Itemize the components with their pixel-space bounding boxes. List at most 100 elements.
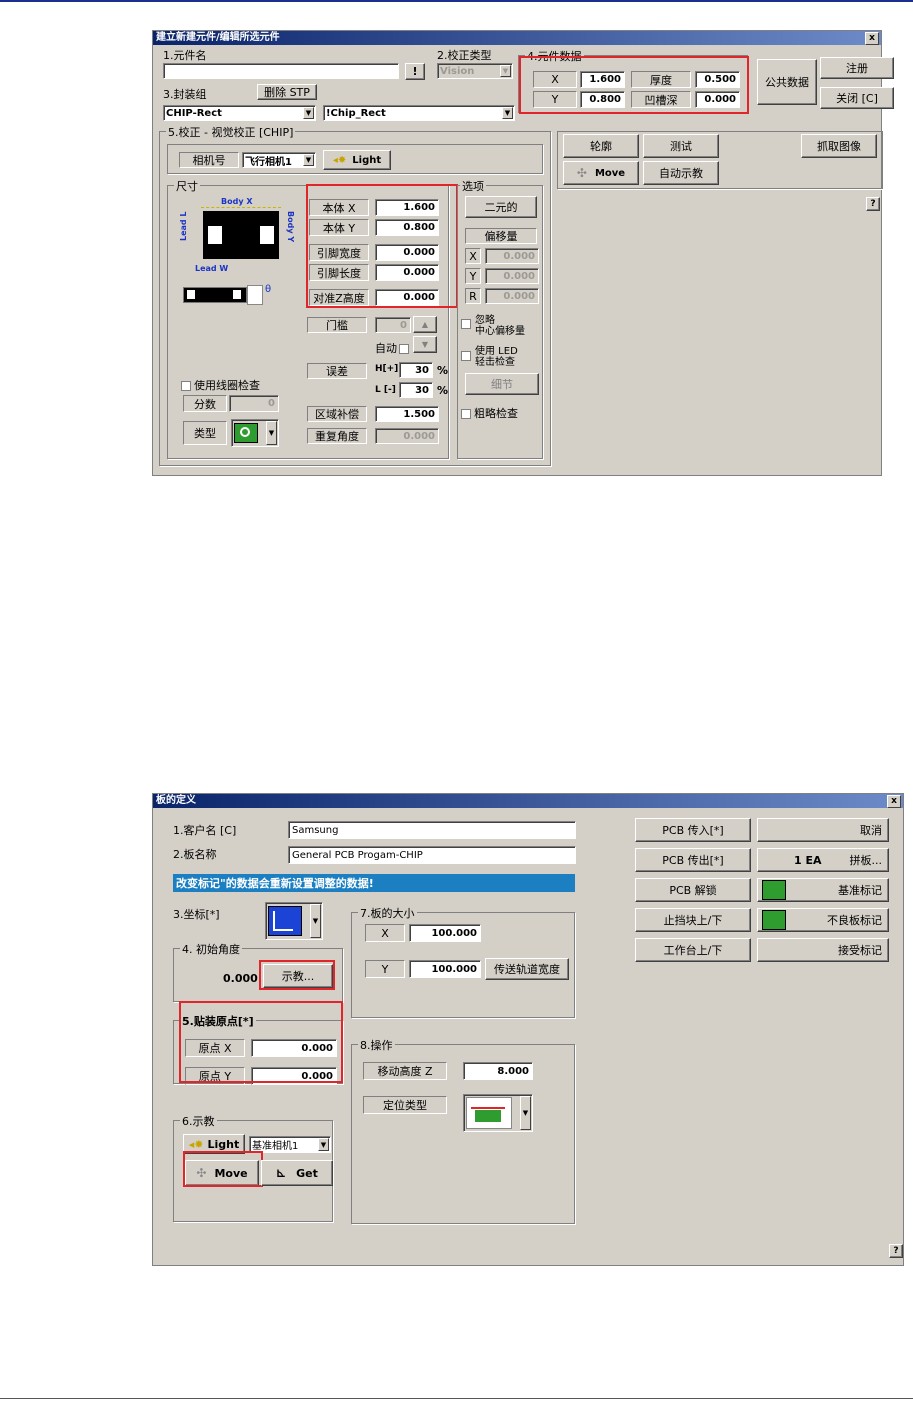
coordinate-icon: [268, 906, 302, 936]
board-name-input[interactable]: General PCB Progam-CHIP: [288, 846, 576, 864]
chevron-down-icon: ▼: [266, 421, 277, 445]
body-x-dim-line: [201, 207, 281, 209]
customer-label: 1.客户名 [C]: [173, 824, 237, 837]
page-header-rule: [0, 0, 913, 2]
locate-type-select[interactable]: ▼: [463, 1094, 533, 1132]
fiducial-button[interactable]: 基准标记: [757, 878, 889, 902]
delete-stp-button[interactable]: 删除 STP: [257, 84, 317, 100]
coord-label: 3.坐标[*]: [173, 908, 220, 921]
chevron-down-icon: ▼: [310, 904, 321, 938]
h-input[interactable]: 30: [399, 362, 433, 378]
register-button[interactable]: 注册: [820, 57, 894, 79]
detail-button[interactable]: 细节: [465, 373, 539, 395]
part-name-input[interactable]: [163, 63, 399, 79]
use-led-checkbox[interactable]: [461, 351, 471, 361]
cancel-button[interactable]: 取消: [757, 818, 889, 842]
pcb-in-button[interactable]: PCB 传入[*]: [635, 818, 751, 842]
board-definition-dialog: 板的定义 x 1.客户名 [C] Samsung 2.板名称 General P…: [152, 793, 904, 1266]
help-icon[interactable]: ?: [866, 197, 880, 211]
repeat-angle-input[interactable]: 0.000: [375, 428, 439, 444]
public-data-button[interactable]: 公共数据: [757, 59, 817, 105]
close-button[interactable]: 关闭 [C]: [820, 87, 894, 109]
use-led-check[interactable]: [461, 349, 474, 362]
binary-button[interactable]: 二元的: [465, 196, 537, 218]
part-data-highlight: [519, 56, 749, 114]
get-position-icon: ⊾: [276, 1166, 287, 1180]
offset-x-input[interactable]: 0.000: [485, 248, 539, 264]
l-input[interactable]: 30: [399, 382, 433, 398]
offset-r-input[interactable]: 0.000: [485, 288, 539, 304]
array-count: 1 EA: [794, 853, 822, 867]
offset-y-input[interactable]: 0.000: [485, 268, 539, 284]
h-percent: %: [437, 364, 449, 377]
package2-value: !Chip_Rect: [326, 107, 386, 119]
bad-mark-button-label: 不良板标记: [827, 914, 882, 927]
customer-input[interactable]: Samsung: [288, 821, 576, 839]
theta-symbol: θ: [265, 285, 271, 295]
region-comp-input[interactable]: 1.500: [375, 406, 439, 422]
get-button[interactable]: ⊾ Get: [261, 1160, 333, 1186]
conveyor-width-button[interactable]: 传送轨道宽度: [485, 958, 569, 980]
array-button-label: 拼板...: [849, 854, 883, 867]
help-icon[interactable]: ?: [889, 1244, 903, 1258]
ignore-center-check[interactable]: [461, 317, 474, 330]
h-label: H[+]: [375, 364, 399, 374]
package-select[interactable]: CHIP-Rect ▼: [163, 105, 316, 121]
grab-image-button[interactable]: 抓取图像: [801, 134, 877, 158]
package2-select[interactable]: !Chip_Rect ▼: [323, 105, 515, 121]
threshold-down-icon[interactable]: ▼: [413, 336, 437, 353]
board-x-input[interactable]: 100.000: [409, 924, 481, 942]
move-height-label: 移动高度 Z: [363, 1062, 447, 1080]
dialog-title-bar: 板的定义 x: [153, 794, 903, 808]
move-button[interactable]: ✣ Move: [563, 161, 639, 185]
light-button[interactable]: ◂✸ Light: [323, 150, 391, 170]
use-coil-check[interactable]: 使用线圈检查: [181, 377, 260, 393]
array-button[interactable]: 1 EA 拼板...: [757, 848, 889, 872]
accept-mark-button[interactable]: 接受标记: [757, 938, 889, 962]
board-size-label: 7.板的大小: [358, 905, 417, 921]
region-comp-label: 区域补偿: [307, 406, 367, 422]
calib-type-select[interactable]: Vision ▼: [437, 63, 513, 79]
part-name-lookup-button[interactable]: !: [405, 63, 425, 80]
auto-label: 自动: [375, 340, 412, 356]
dialog-title-bar: 建立新建元件/编辑所选元件 x: [153, 31, 881, 45]
auto-teach-button[interactable]: 自动示教: [643, 161, 719, 185]
board-y-input[interactable]: 100.000: [409, 960, 481, 978]
camera-select[interactable]: 飞行相机1 ▼: [242, 152, 316, 168]
ignore-center-label: 忽略 中心偏移量: [475, 315, 525, 337]
stopper-button[interactable]: 止挡块上/下: [635, 908, 751, 932]
ring-icon: [234, 423, 258, 443]
chevron-down-icon: ▼: [318, 1138, 329, 1151]
offset-x-label: X: [465, 248, 481, 264]
pcb-unlock-button[interactable]: PCB 解锁: [635, 878, 751, 902]
close-icon[interactable]: x: [887, 795, 901, 808]
worktable-button[interactable]: 工作台上/下: [635, 938, 751, 962]
threshold-input[interactable]: 0: [375, 317, 411, 333]
rough-check[interactable]: 粗略检查: [461, 405, 518, 421]
test-button[interactable]: 测试: [643, 134, 719, 158]
bad-mark-button[interactable]: 不良板标记: [757, 908, 889, 932]
threshold-up-icon[interactable]: ▲: [413, 316, 437, 333]
bad-mark-icon: [762, 910, 786, 930]
coord-select[interactable]: ▼: [265, 902, 323, 940]
ignore-center-checkbox[interactable]: [461, 319, 471, 329]
locate-type-icon: [466, 1097, 512, 1129]
auto-checkbox[interactable]: [399, 344, 409, 354]
teach-button-highlight: [259, 960, 335, 990]
part-name-label: 1.元件名: [163, 49, 207, 62]
type-select[interactable]: ▼: [231, 419, 279, 447]
camera-value: 基准相机1: [252, 1141, 299, 1152]
move-height-input[interactable]: 8.000: [463, 1062, 533, 1080]
chip-side-end-left: [187, 290, 195, 299]
notice-banner: 改变标记"的数据会重新设置调整的数据!: [173, 874, 575, 892]
chevron-down-icon: ▼: [500, 65, 511, 77]
close-icon[interactable]: x: [865, 32, 879, 45]
rough-check-checkbox[interactable]: [461, 409, 471, 419]
score-input[interactable]: 0: [229, 395, 279, 412]
bulb-icon: ◂✸: [332, 154, 347, 166]
use-led-label: 使用 LED 轻击检查: [475, 346, 518, 368]
use-coil-checkbox[interactable]: [181, 381, 191, 391]
page-footer-rule: [0, 1398, 913, 1399]
pcb-out-button[interactable]: PCB 传出[*]: [635, 848, 751, 872]
outline-button[interactable]: 轮廓: [563, 134, 639, 158]
